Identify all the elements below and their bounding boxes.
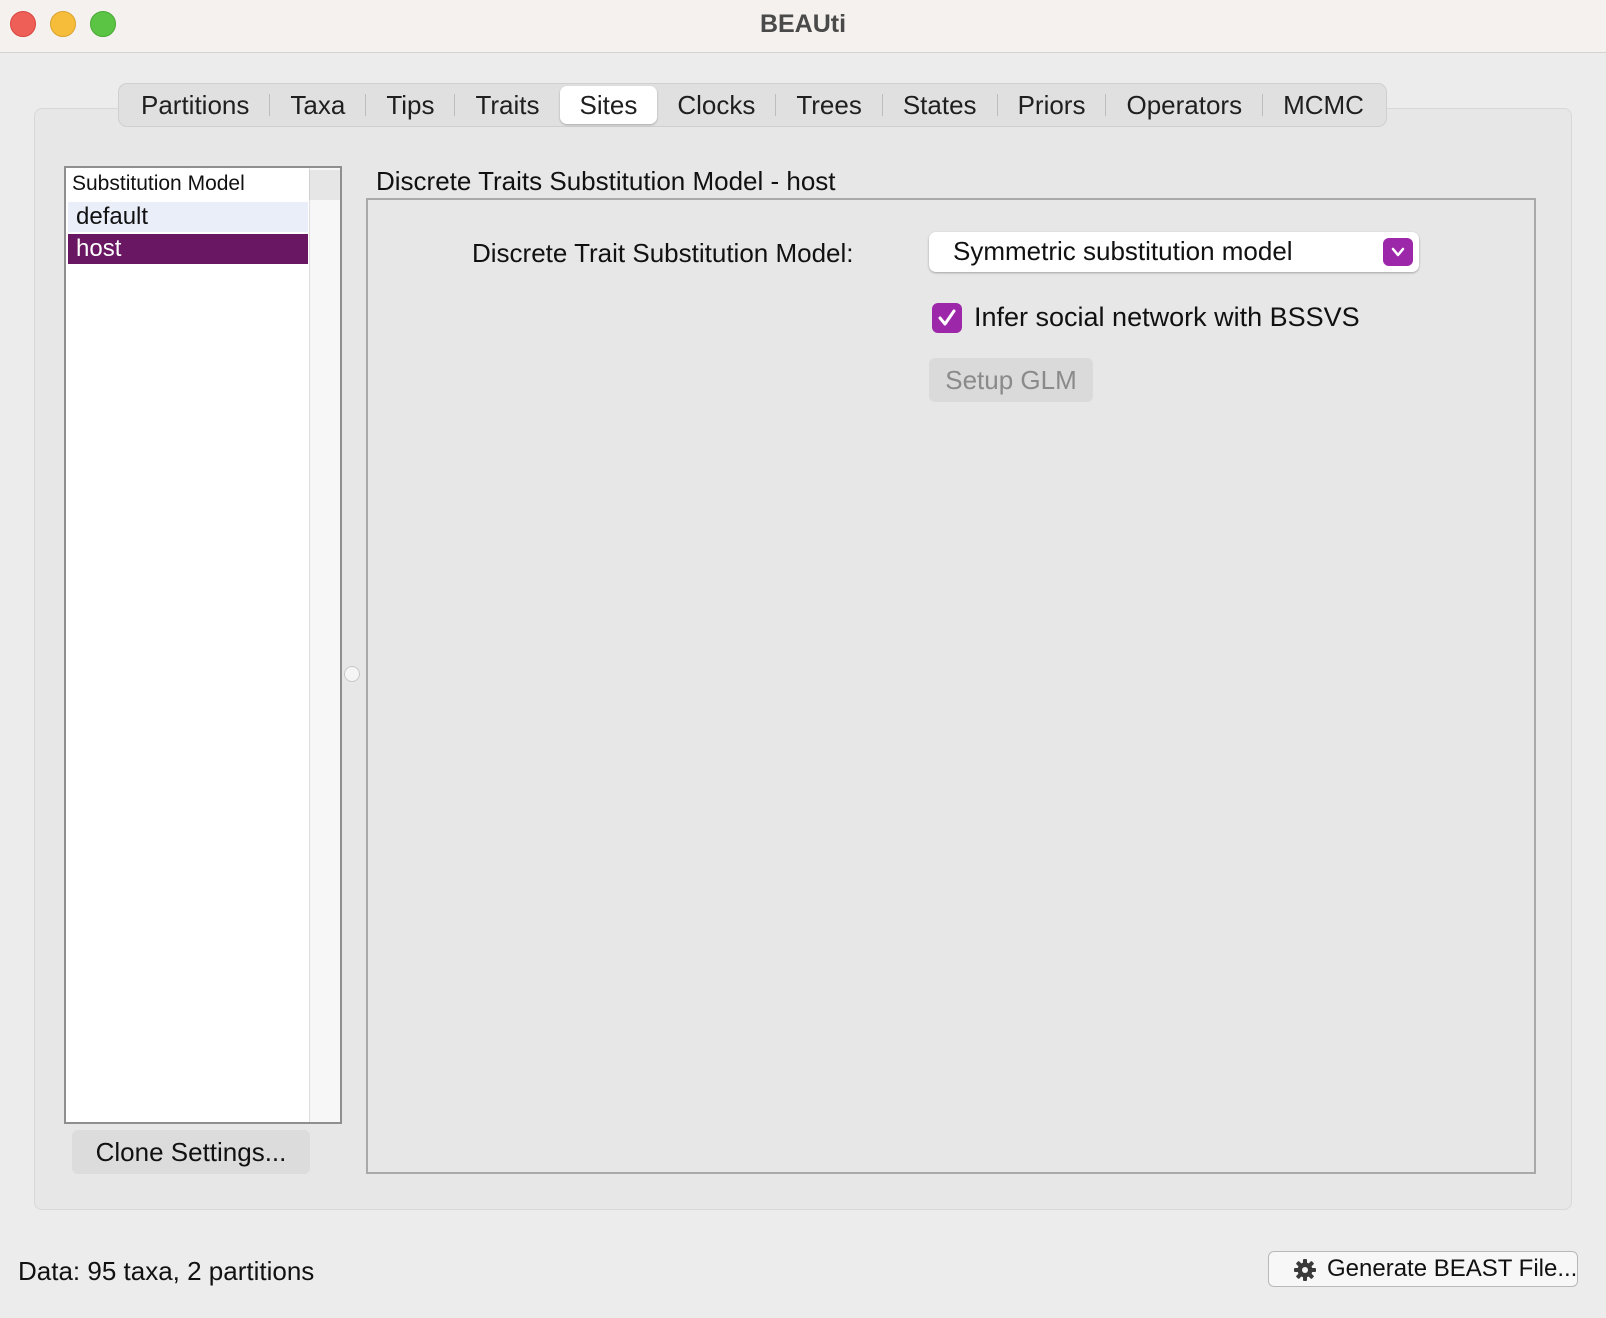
bssvs-checkbox[interactable] <box>932 303 962 333</box>
settings-panel <box>366 198 1536 1174</box>
generate-button-label: Generate BEAST File... <box>1327 1255 1578 1282</box>
model-dropdown[interactable]: Symmetric substitution model <box>929 232 1419 272</box>
title-bar: BEAUti <box>0 0 1606 53</box>
tab-trees[interactable]: Trees <box>776 86 882 124</box>
split-pane-handle[interactable] <box>344 666 360 682</box>
tab-bar: Partitions Taxa Tips Traits Sites Clocks… <box>118 83 1387 127</box>
list-item-host[interactable]: host <box>68 234 308 264</box>
tab-tips[interactable]: Tips <box>366 86 454 124</box>
bssvs-label: Infer social network with BSSVS <box>974 302 1360 332</box>
clone-settings-button[interactable]: Clone Settings... <box>72 1130 310 1174</box>
panel-title: Discrete Traits Substitution Model - hos… <box>376 166 836 196</box>
list-header: Substitution Model <box>72 172 245 195</box>
tab-traits[interactable]: Traits <box>455 86 559 124</box>
tab-mcmc[interactable]: MCMC <box>1263 86 1384 124</box>
generate-beast-file-button[interactable]: Generate BEAST File... <box>1268 1251 1578 1287</box>
tab-states[interactable]: States <box>883 86 997 124</box>
chevron-down-icon[interactable] <box>1383 238 1413 266</box>
status-text: Data: 95 taxa, 2 partitions <box>18 1256 315 1286</box>
checkmark-icon <box>938 309 956 326</box>
tab-sites[interactable]: Sites <box>559 86 658 124</box>
window-title: BEAUti <box>759 10 847 38</box>
model-dropdown-value: Symmetric substitution model <box>953 236 1293 266</box>
tab-clocks[interactable]: Clocks <box>657 86 775 124</box>
list-scrollbar[interactable] <box>309 168 340 1122</box>
substitution-model-list[interactable]: Substitution Model default host <box>64 166 342 1124</box>
tab-partitions[interactable]: Partitions <box>121 86 269 124</box>
tab-operators[interactable]: Operators <box>1106 86 1262 124</box>
setup-glm-button[interactable]: Setup GLM <box>929 358 1093 402</box>
tab-taxa[interactable]: Taxa <box>270 86 365 124</box>
tab-priors[interactable]: Priors <box>998 86 1106 124</box>
gear-icon <box>1293 1258 1317 1287</box>
list-item-default[interactable]: default <box>68 202 308 232</box>
list-scrollbar-corner <box>309 170 340 200</box>
model-label: Discrete Trait Substitution Model: <box>472 238 854 268</box>
